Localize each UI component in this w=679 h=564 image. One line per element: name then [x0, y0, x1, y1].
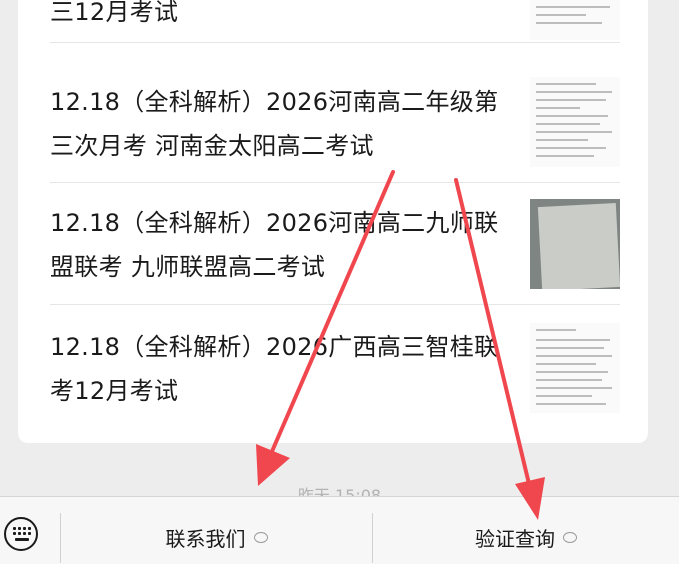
article-thumbnail	[530, 199, 620, 289]
menu-item-verify-query[interactable]: 验证查询	[373, 523, 679, 552]
chat-bubble-icon	[253, 532, 268, 543]
article-thumbnail	[530, 77, 620, 167]
article-title: 三12月考试	[50, 0, 179, 26]
menu-item-label: 联系我们	[165, 527, 246, 551]
article-thumbnail	[530, 0, 620, 40]
keyboard-icon[interactable]	[4, 517, 38, 551]
article-item-1[interactable]: 三12月考试	[50, 0, 620, 43]
article-title: 12.18（全科解析）2026广西高三智桂联考12月考试	[50, 333, 499, 405]
menu-item-label: 验证查询	[475, 527, 555, 551]
article-title: 12.18（全科解析）2026河南高二九师联盟联考 九师联盟高二考试	[50, 209, 499, 281]
article-thumbnail	[530, 323, 620, 413]
article-title: 12.18（全科解析）2026河南高二年级第三次月考 河南金太阳高二考试	[50, 88, 499, 160]
article-item-2[interactable]: 12.18（全科解析）2026河南高二年级第三次月考 河南金太阳高二考试	[50, 62, 620, 183]
chat-bubble-icon	[563, 532, 577, 543]
article-card: 三12月考试 12.18（全科解析）2026河南高二年级第三次月考 河南金太阳高…	[18, 0, 648, 443]
menu-item-contact-us[interactable]: 联系我们	[61, 523, 372, 552]
article-item-3[interactable]: 12.18（全科解析）2026河南高二九师联盟联考 九师联盟高二考试	[50, 183, 620, 305]
article-item-4[interactable]: 12.18（全科解析）2026广西高三智桂联考12月考试	[50, 305, 620, 425]
bottom-menu-bar: 联系我们 验证查询	[0, 496, 679, 564]
